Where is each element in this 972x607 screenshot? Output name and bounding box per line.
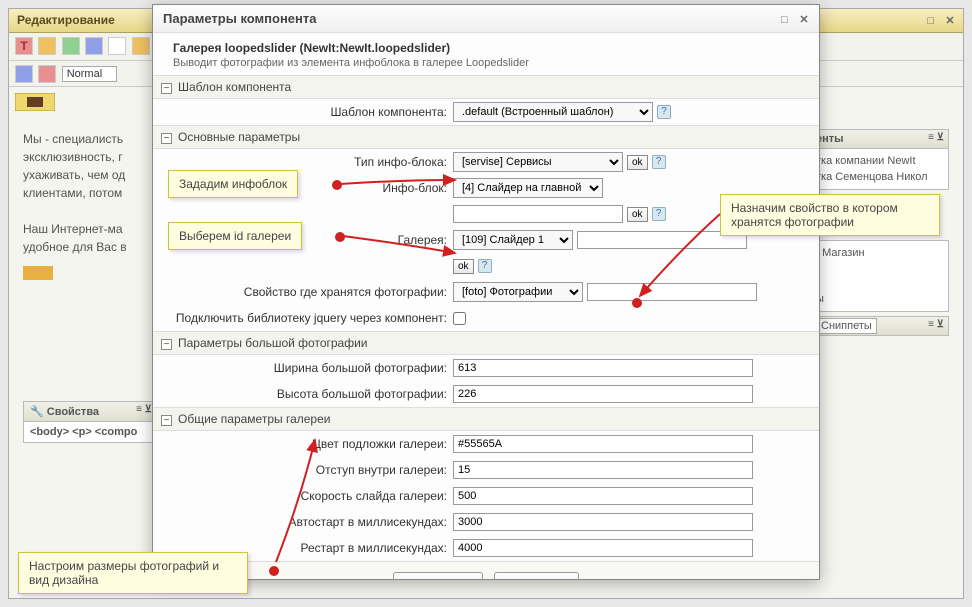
cancel-button[interactable]: Отменить [494, 572, 579, 579]
tool-icon[interactable] [38, 37, 56, 55]
section-common[interactable]: −Общие параметры галереи [153, 407, 819, 431]
label-bh: Высота большой фотографии: [163, 387, 453, 401]
callout: Назначим свойство в котором хранятся фот… [720, 194, 940, 236]
properties-panel: 🔧 Свойства ≡ ⊻ <body> <p> <compo [23, 401, 157, 443]
help-icon[interactable]: ? [478, 259, 492, 273]
help-icon[interactable]: ? [657, 105, 671, 119]
tool-icon[interactable] [108, 37, 126, 55]
label-auto: Автостарт в миллисекундах: [163, 515, 453, 529]
gallery-select[interactable]: [109] Слайдер 1 [453, 230, 573, 250]
ibtype-select[interactable]: [servise] Сервисы [453, 152, 623, 172]
tool-icon[interactable] [132, 37, 150, 55]
editor-title: Редактирование [17, 13, 115, 27]
list-item[interactable]: ы [816, 291, 942, 307]
collapse-icon[interactable]: − [161, 339, 172, 350]
label-jquery: Подключить библиотеку jquery через компо… [163, 311, 453, 325]
ok-button[interactable]: ok [453, 259, 474, 274]
label-bgcolor: Цвет подложки галереи: [163, 437, 453, 451]
ok-button[interactable]: ok [627, 207, 648, 222]
section-bigphoto[interactable]: −Параметры большой фотографии [153, 331, 819, 355]
padding-input[interactable] [453, 461, 753, 479]
label-template: Шаблон компонента: [163, 105, 453, 119]
panel-header: енты ≡ ⊻ [809, 129, 949, 149]
height-input[interactable] [453, 385, 753, 403]
bgcolor-input[interactable] [453, 435, 753, 453]
autostart-input[interactable] [453, 513, 753, 531]
format-select[interactable]: Normal [62, 66, 117, 82]
panel-header: Сниппеты ≡ ⊻ [809, 316, 949, 336]
list-item[interactable]: : Магазин [816, 245, 942, 261]
collapse-icon[interactable]: − [161, 133, 172, 144]
ib-input[interactable] [453, 205, 623, 223]
panel-controls[interactable]: ≡ ⊻ [928, 132, 944, 143]
label-pad: Отступ внутри галереи: [163, 463, 453, 477]
panel-controls[interactable]: ≡ ⊻ [136, 404, 152, 415]
callout-dot [335, 232, 345, 242]
section-template[interactable]: −Шаблон компонента [153, 75, 819, 99]
list-item[interactable]: тка компании NewIt [816, 153, 942, 169]
close-icon[interactable]: ✕ [797, 14, 811, 28]
component-params-dialog: Параметры компонента □ ✕ Галерея loopeds… [152, 4, 820, 580]
callout: Выберем id галереи [168, 222, 302, 250]
help-icon[interactable]: ? [652, 155, 666, 169]
callout-dot [332, 180, 342, 190]
ok-button[interactable]: ok [627, 155, 648, 170]
dom-path: <body> <p> <compo [30, 426, 150, 438]
list-item[interactable]: тка Семенцова Никол [816, 169, 942, 185]
save-button[interactable]: Сохранить [393, 572, 483, 579]
tool-icon[interactable] [15, 65, 33, 83]
help-icon[interactable]: ? [652, 207, 666, 221]
callout: Зададим инфоблок [168, 170, 298, 198]
component-title: Галерея loopedslider (NewIt:NewIt.looped… [173, 41, 799, 55]
ib-select[interactable]: [4] Слайдер на главной [453, 178, 603, 198]
section-main[interactable]: −Основные параметры [153, 125, 819, 149]
label-bw: Ширина большой фотографии: [163, 361, 453, 375]
prop-input[interactable] [587, 283, 757, 301]
label-ibtype: Тип инфо-блока: [163, 155, 453, 169]
minimize-icon[interactable]: □ [924, 15, 938, 29]
speed-input[interactable] [453, 487, 753, 505]
label-prop: Свойство где хранятся фотографии: [163, 285, 453, 299]
dialog-titlebar: Параметры компонента □ ✕ [153, 5, 819, 33]
jquery-checkbox[interactable] [453, 312, 466, 325]
tool-icon[interactable] [85, 37, 103, 55]
restart-input[interactable] [453, 539, 753, 557]
callout: Настроим размеры фотографий и вид дизайн… [18, 552, 248, 594]
component-placeholder-icon[interactable] [23, 266, 53, 280]
prop-select[interactable]: [foto] Фотографии [453, 282, 583, 302]
label-speed: Скорость слайда галереи: [163, 489, 453, 503]
component-desc: Выводит фотографии из элемента инфоблока… [173, 57, 799, 69]
callout-dot [269, 566, 279, 576]
wrench-icon: 🔧 [30, 406, 44, 418]
tool-icon[interactable] [38, 65, 56, 83]
collapse-icon[interactable]: − [161, 415, 172, 426]
collapse-icon[interactable]: − [161, 83, 172, 94]
template-select[interactable]: .default (Встроенный шаблон) [453, 102, 653, 122]
drag-handle-icon[interactable] [15, 93, 55, 111]
tool-icon[interactable] [62, 37, 80, 55]
close-icon[interactable]: ✕ [943, 15, 957, 29]
width-input[interactable] [453, 359, 753, 377]
panel-controls[interactable]: ≡ ⊻ [928, 319, 944, 330]
expand-icon[interactable]: □ [777, 14, 791, 28]
tool-text-icon[interactable]: T [15, 37, 33, 55]
callout-dot [632, 298, 642, 308]
